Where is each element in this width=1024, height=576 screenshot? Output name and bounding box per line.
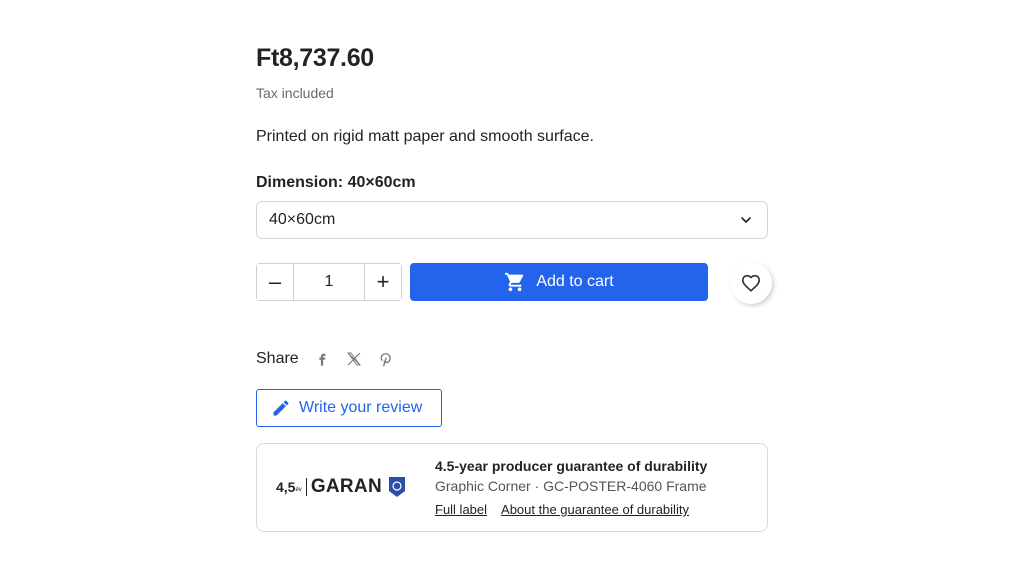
add-to-cart-button[interactable]: Add to cart bbox=[410, 263, 708, 301]
dimension-selected-option: 40×60cm bbox=[269, 211, 336, 228]
about-guarantee-link[interactable]: About the guarantee of durability bbox=[501, 502, 689, 517]
durability-guarantee-card: 4,5 év GARAN 4.5-year producer guarantee… bbox=[256, 443, 768, 532]
product-price: Ft8,737.60 bbox=[256, 44, 374, 72]
quantity-decrease-button[interactable]: – bbox=[257, 264, 294, 300]
write-review-button[interactable]: Write your review bbox=[256, 389, 442, 427]
guarantee-logo-number: 4,5 bbox=[276, 479, 296, 495]
quantity-stepper: – 1 + bbox=[256, 263, 402, 301]
dimension-select[interactable]: 40×60cm bbox=[256, 201, 768, 239]
guarantee-logo: 4,5 év GARAN bbox=[276, 476, 406, 498]
wishlist-button[interactable] bbox=[730, 262, 772, 304]
guarantee-logo-word: GARAN bbox=[310, 476, 382, 497]
share-label: Share bbox=[256, 350, 299, 367]
product-description: Printed on rigid matt paper and smooth s… bbox=[256, 128, 594, 145]
guarantee-logo-suffix: év bbox=[295, 487, 302, 493]
add-to-cart-label: Add to cart bbox=[536, 273, 614, 290]
x-twitter-icon[interactable] bbox=[345, 350, 363, 368]
dimension-label: Dimension: 40×60cm bbox=[256, 174, 416, 192]
pinterest-icon[interactable] bbox=[377, 350, 395, 368]
cart-icon bbox=[505, 272, 524, 292]
tax-note: Tax included bbox=[256, 85, 334, 101]
dimension-current-value: 40×60cm bbox=[347, 174, 416, 191]
pencil-icon bbox=[273, 400, 289, 416]
guarantee-subtitle: Graphic Corner · GC-POSTER-4060 Frame bbox=[435, 478, 707, 494]
heart-icon bbox=[741, 274, 761, 292]
share-bar: Share bbox=[256, 350, 395, 368]
facebook-icon[interactable] bbox=[313, 350, 331, 368]
guarantee-title: 4.5-year producer guarantee of durabilit… bbox=[435, 458, 708, 474]
full-label-link[interactable]: Full label bbox=[435, 502, 487, 517]
guarantee-links: Full label About the guarantee of durabi… bbox=[435, 502, 689, 517]
certification-shield-icon bbox=[388, 477, 405, 497]
quantity-increase-button[interactable]: + bbox=[364, 264, 401, 300]
quantity-input[interactable]: 1 bbox=[294, 264, 364, 300]
chevron-down-icon bbox=[741, 217, 751, 223]
dimension-label-text: Dimension: bbox=[256, 174, 344, 191]
write-review-label: Write your review bbox=[299, 399, 423, 416]
guarantee-logo-divider bbox=[305, 478, 307, 496]
